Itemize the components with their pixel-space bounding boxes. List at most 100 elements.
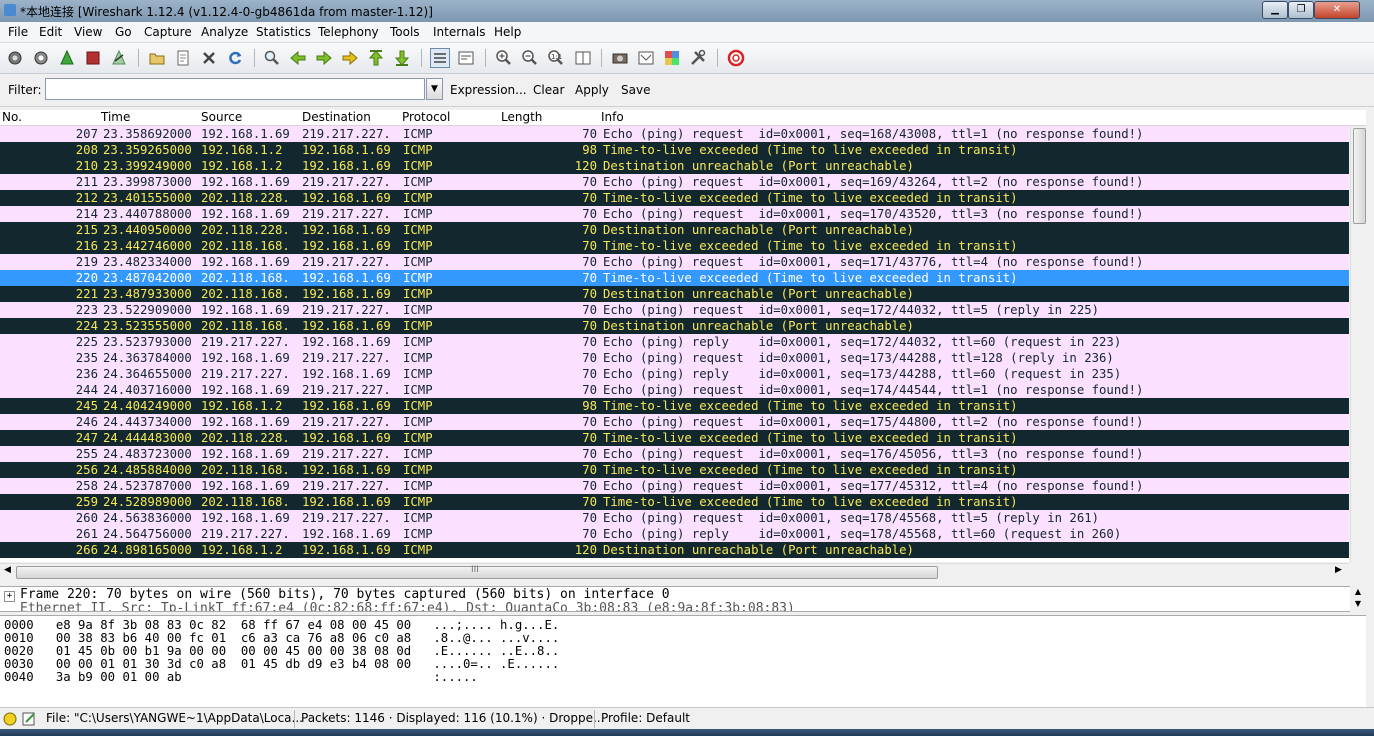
packet-row[interactable]: 223 23.522909000 192.168.1.69 219.217.227. I… — [0, 302, 1349, 318]
packet-row[interactable]: 225 23.523793000 219.217.227. 192.168.1.69 I… — [0, 334, 1349, 350]
go-back-icon[interactable] — [289, 49, 307, 67]
status-profile[interactable]: Profile: Default — [601, 711, 690, 725]
packet-row[interactable]: 210 23.399249000 192.168.1.2 192.168.1.69 IC… — [0, 158, 1349, 174]
scroll-left-icon[interactable]: ◀ — [4, 565, 11, 575]
packet-list-horizontal-scrollbar[interactable]: ◀ III ▶ — [0, 563, 1349, 580]
colorize-icon[interactable] — [430, 48, 450, 68]
packet-details-pane[interactable]: + Frame 220: 70 bytes on wire (560 bits)… — [0, 586, 1350, 612]
scroll-right-icon[interactable]: ▶ — [1335, 565, 1342, 575]
menu-go[interactable]: Go — [115, 25, 132, 39]
restore-button[interactable]: ❐ — [1288, 1, 1314, 19]
packet-row[interactable]: 235 24.363784000 192.168.1.69 219.217.227. I… — [0, 350, 1349, 366]
menu-help[interactable]: Help — [494, 25, 521, 39]
minimize-button[interactable]: ▁ — [1262, 1, 1288, 19]
packet-destination: 192.168.1.69 — [302, 287, 391, 301]
column-header-destination[interactable]: Destination — [302, 110, 371, 124]
expand-icon[interactable]: + — [4, 591, 15, 602]
packet-row[interactable]: 224 23.523555000 202.118.168. 192.168.1.69 I… — [0, 318, 1349, 334]
scrollbar-thumb[interactable] — [1353, 128, 1366, 224]
packet-row[interactable]: 261 24.564756000 219.217.227. 192.168.1.69 I… — [0, 526, 1349, 542]
stop-capture-icon[interactable] — [84, 49, 102, 67]
go-first-icon[interactable] — [367, 49, 385, 67]
menu-file[interactable]: File — [8, 25, 28, 39]
packet-row[interactable]: 260 24.563836000 192.168.1.69 219.217.227. I… — [0, 510, 1349, 526]
packet-row[interactable]: 245 24.404249000 192.168.1.2 192.168.1.69 IC… — [0, 398, 1349, 414]
packet-protocol: ICMP — [403, 367, 433, 381]
detail-ethernet-line[interactable]: Ethernet II, Src: Tp-LinkT_ff:67:e4 (0c:… — [20, 601, 795, 611]
packet-row[interactable]: 214 23.440788000 192.168.1.69 219.217.227. I… — [0, 206, 1349, 222]
open-file-icon[interactable] — [148, 49, 166, 67]
expert-info-icon[interactable] — [3, 712, 17, 726]
menu-edit[interactable]: Edit — [39, 25, 62, 39]
details-scrollbar[interactable]: ▲ ▼ — [1350, 586, 1366, 610]
menu-telephony[interactable]: Telephony — [318, 25, 379, 39]
packet-row[interactable]: 207 23.358692000 192.168.1.69 219.217.227. I… — [0, 126, 1349, 142]
menu-view[interactable]: View — [74, 25, 102, 39]
menu-tools[interactable]: Tools — [390, 25, 420, 39]
go-to-packet-icon[interactable] — [341, 49, 359, 67]
column-header-no[interactable]: No. — [2, 110, 22, 124]
column-header-info[interactable]: Info — [601, 110, 624, 124]
find-packet-icon[interactable] — [263, 49, 281, 67]
packet-list[interactable]: 207 23.358692000 192.168.1.69 219.217.227. I… — [0, 126, 1349, 562]
save-file-icon[interactable] — [174, 49, 192, 67]
help-icon[interactable] — [727, 49, 745, 67]
column-header-source[interactable]: Source — [201, 110, 242, 124]
packet-row[interactable]: 266 24.898165000 192.168.1.2 192.168.1.69 IC… — [0, 542, 1349, 558]
start-capture-icon[interactable] — [58, 49, 76, 67]
column-header-protocol[interactable]: Protocol — [402, 110, 450, 124]
resize-columns-icon[interactable] — [574, 49, 592, 67]
coloring-rules-icon[interactable] — [663, 49, 681, 67]
packet-row[interactable]: 236 24.364655000 219.217.227. 192.168.1.69 I… — [0, 366, 1349, 382]
packet-row[interactable]: 216 23.442746000 202.118.168. 192.168.1.69 I… — [0, 238, 1349, 254]
chevron-down-icon[interactable]: ▼ — [426, 78, 443, 100]
packet-row[interactable]: 221 23.487933000 202.118.168. 192.168.1.69 I… — [0, 286, 1349, 302]
scrollbar-thumb[interactable]: III — [16, 565, 938, 579]
column-header-length[interactable]: Length — [501, 110, 542, 124]
packet-row[interactable]: 219 23.482334000 192.168.1.69 219.217.227. I… — [0, 254, 1349, 270]
detail-frame-line[interactable]: Frame 220: 70 bytes on wire (560 bits), … — [20, 587, 670, 602]
menu-internals[interactable]: Internals — [433, 25, 486, 39]
packet-row[interactable]: 212 23.401555000 202.118.228. 192.168.1.69 I… — [0, 190, 1349, 206]
close-file-icon[interactable] — [200, 49, 218, 67]
menu-capture[interactable]: Capture — [144, 25, 192, 39]
column-header-time[interactable]: Time — [101, 110, 130, 124]
capture-filters-icon[interactable] — [611, 49, 629, 67]
zoom-in-icon[interactable] — [495, 49, 513, 67]
packet-bytes-pane[interactable]: 0000 e8 9a 8f 3b 08 83 0c 82 68 ff 67 e4… — [0, 615, 1366, 708]
packet-row[interactable]: 215 23.440950000 202.118.228. 192.168.1.69 I… — [0, 222, 1349, 238]
interface-list-icon[interactable] — [6, 49, 24, 67]
packet-row[interactable]: 208 23.359265000 192.168.1.2 192.168.1.69 IC… — [0, 142, 1349, 158]
menu-statistics[interactable]: Statistics — [256, 25, 311, 39]
packet-row-selected[interactable]: 220 23.487042000 202.118.168. 192.168.1.69 I… — [0, 270, 1349, 286]
packet-row[interactable]: 211 23.399873000 192.168.1.69 219.217.227. I… — [0, 174, 1349, 190]
packet-list-vertical-scrollbar[interactable] — [1350, 126, 1367, 562]
clear-button[interactable]: Clear — [533, 83, 564, 97]
zoom-out-icon[interactable] — [521, 49, 539, 67]
preferences-icon[interactable] — [689, 49, 707, 67]
hex-row[interactable]: 0040 3a b9 00 01 00 ab :..... — [4, 671, 478, 684]
go-last-icon[interactable] — [393, 49, 411, 67]
restart-capture-icon[interactable] — [110, 49, 128, 67]
apply-button[interactable]: Apply — [575, 83, 609, 97]
packet-row[interactable]: 256 24.485884000 202.118.168. 192.168.1.69 I… — [0, 462, 1349, 478]
go-forward-icon[interactable] — [315, 49, 333, 67]
reload-icon[interactable] — [226, 49, 244, 67]
packet-row[interactable]: 247 24.444483000 202.118.228. 192.168.1.69 I… — [0, 430, 1349, 446]
capture-options-icon[interactable] — [32, 49, 50, 67]
packet-row[interactable]: 246 24.443734000 192.168.1.69 219.217.227. I… — [0, 414, 1349, 430]
menu-analyze[interactable]: Analyze — [201, 25, 248, 39]
close-button[interactable]: ✕ — [1314, 1, 1360, 19]
packet-row[interactable]: 244 24.403716000 192.168.1.69 219.217.227. I… — [0, 382, 1349, 398]
capture-comment-icon[interactable] — [21, 711, 37, 727]
save-button[interactable]: Save — [621, 83, 650, 97]
auto-scroll-icon[interactable] — [457, 49, 475, 67]
display-filters-icon[interactable] — [637, 49, 655, 67]
normal-size-icon[interactable]: 1:1 — [547, 49, 565, 67]
expression-button[interactable]: Expression... — [450, 83, 527, 97]
filter-input[interactable] — [45, 78, 425, 100]
packet-row[interactable]: 259 24.528989000 202.118.168. 192.168.1.69 I… — [0, 494, 1349, 510]
packet-row[interactable]: 258 24.523787000 192.168.1.69 219.217.227. I… — [0, 478, 1349, 494]
packet-row[interactable]: 255 24.483723000 192.168.1.69 219.217.227. I… — [0, 446, 1349, 462]
packet-length: 70 — [582, 415, 597, 429]
